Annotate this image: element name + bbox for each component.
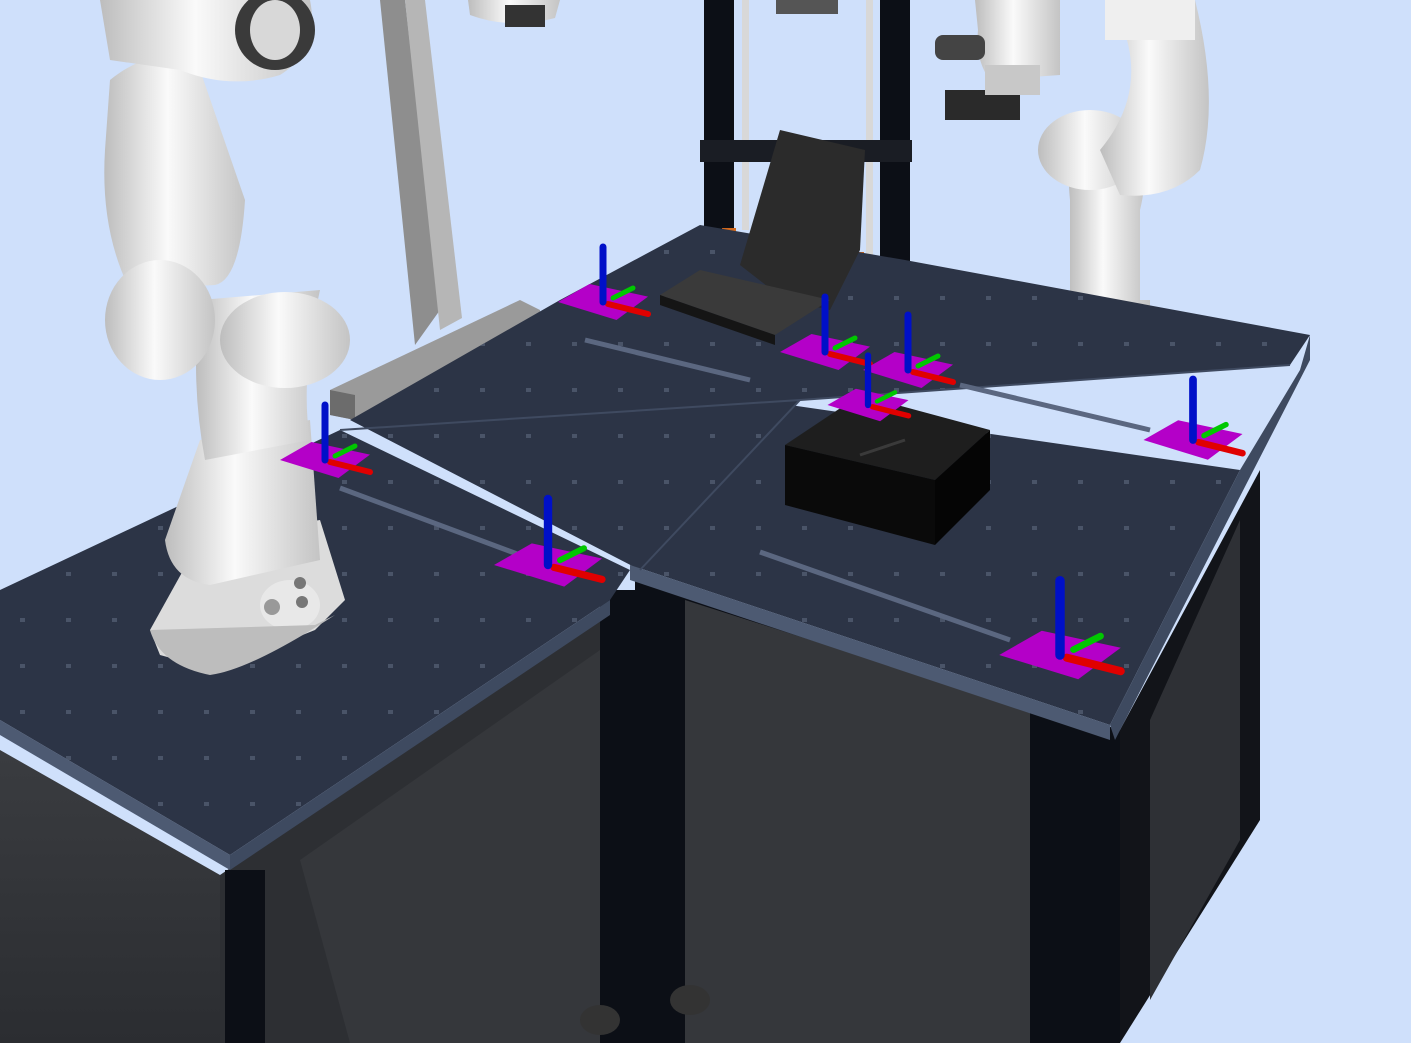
3d-viewport[interactable] xyxy=(0,0,1411,1043)
scene-canvas[interactable] xyxy=(0,0,1411,1043)
